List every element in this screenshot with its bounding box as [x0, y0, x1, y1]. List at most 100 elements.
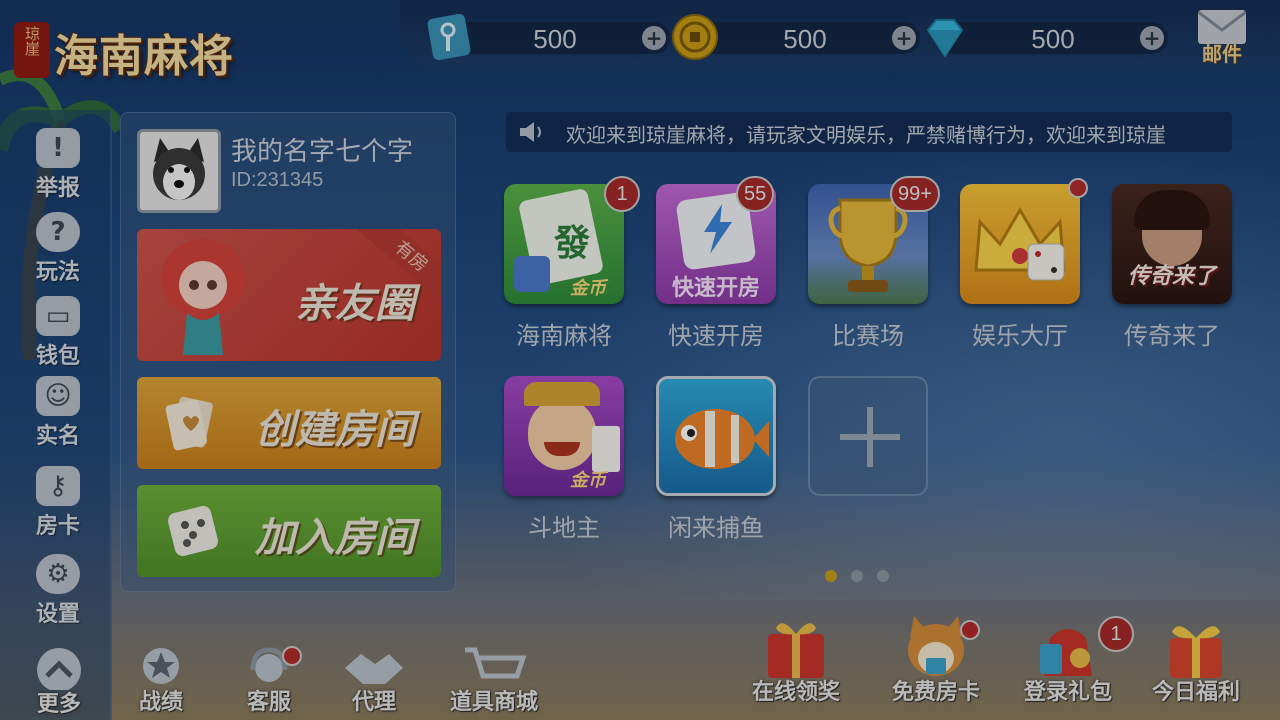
clownfish-tile-icon [656, 376, 776, 496]
friends-circle-button[interactable]: 亲友圈 有房 [137, 229, 441, 361]
daily-welfare-button[interactable]: 今日福利 [1144, 614, 1248, 706]
logo-title: 海南麻将 [54, 31, 234, 82]
crown-dice-tile-icon [960, 184, 1080, 304]
bottom-label: 更多 [36, 692, 81, 717]
room-panel: 我的名字七个字 ID:231345 亲友圈 有房 创建房间 加入房间 [120, 112, 456, 592]
diamond-value: 500 [1031, 24, 1075, 54]
page-dot-3[interactable] [877, 570, 889, 582]
shop-cart-icon [465, 647, 527, 679]
sidebar-item-label: 钱包 [35, 344, 80, 369]
doudizhu-landlord-tile-icon: 金币 [504, 376, 624, 496]
gold-coin-add-button[interactable]: + [892, 26, 916, 50]
add-game-button[interactable] [798, 376, 938, 546]
bottom-shop-button[interactable]: 道具商城 [442, 646, 546, 716]
join-room-button[interactable]: 加入房间 [137, 485, 441, 577]
game-fishing[interactable]: 闲来捕鱼 [646, 376, 786, 546]
free-room-card-button[interactable]: 免费房卡 [884, 614, 988, 706]
legend-warrior-tile-icon: 传奇来了 [1112, 184, 1232, 304]
game-entertainment-hall[interactable]: 娱乐大厅 [950, 178, 1090, 354]
bottom-label: 战绩 [138, 690, 183, 715]
game-tournament[interactable]: 99+ 比赛场 [798, 176, 940, 354]
bottom-agent-button[interactable]: 代理 [338, 646, 410, 716]
bottom-more-button[interactable]: 更多 [24, 646, 94, 718]
sidebar-item-label: 房卡 [35, 514, 80, 539]
room-card-key-icon [427, 13, 471, 61]
diamond-balance: 500 + [938, 22, 1168, 54]
agent-handshake-icon [345, 654, 403, 684]
record-star-icon [143, 648, 179, 684]
gold-coin-balance: 500 + [690, 22, 920, 54]
create-room-button[interactable]: 创建房间 [137, 377, 441, 469]
sidebar-item-report[interactable]: ! 举报 [22, 128, 94, 204]
friends-circle-label: 亲友圈 [295, 281, 415, 327]
game-badge: 1 [604, 176, 640, 212]
bottom-label: 登录礼包 [1023, 680, 1112, 705]
add-plus-icon [808, 376, 928, 496]
bottom-label: 今日福利 [1151, 680, 1240, 705]
diamond-icon [926, 19, 964, 58]
daily-welfare-gift-icon [1170, 626, 1222, 678]
online-reward-gift-icon [768, 623, 824, 678]
game-label: 娱乐大厅 [972, 322, 1068, 350]
bottom-label: 免费房卡 [891, 680, 980, 705]
rules-question-icon: ? [36, 212, 80, 252]
create-room-label: 创建房间 [255, 407, 415, 453]
page-dot-2[interactable] [851, 570, 863, 582]
sidebar-item-real-name[interactable]: ☺ 实名 [22, 376, 94, 452]
mail-button[interactable]: 邮件 [1192, 8, 1252, 68]
real-name-user-icon: ☺ [36, 376, 80, 416]
player-name: 我的名字七个字 [231, 137, 414, 167]
room-card-value: 500 [533, 24, 577, 54]
player-id: ID:231345 [231, 169, 324, 191]
game-label: 比赛场 [832, 322, 904, 350]
logo-seal: 琼崖 [14, 22, 50, 78]
join-room-label: 加入房间 [255, 515, 415, 561]
page-dot-1[interactable] [825, 570, 837, 582]
game-label: 闲来捕鱼 [668, 514, 764, 542]
wallet-icon: ▭ [36, 296, 80, 336]
login-gift-button[interactable]: 1 登录礼包 [1016, 614, 1134, 706]
game-doudizhu[interactable]: 金币 斗地主 [494, 376, 634, 546]
bottom-customer-service-button[interactable]: 客服 [234, 646, 304, 716]
diamond-add-button[interactable]: + [1140, 26, 1164, 50]
game-hainan-mahjong[interactable]: 發 金币 1 海南麻将 [494, 176, 640, 354]
more-up-arrow-icon [37, 648, 81, 692]
game-label: 斗地主 [528, 514, 600, 542]
game-badge: 55 [736, 176, 775, 212]
login-gift-bag-icon [1040, 629, 1092, 676]
login-gift-badge: 1 [1098, 616, 1134, 652]
avatar[interactable] [137, 129, 221, 213]
game-label: 快速开房 [668, 322, 764, 350]
notification-dot [282, 646, 302, 666]
sidebar-item-label: 设置 [35, 602, 80, 627]
room-card-add-button[interactable]: + [642, 26, 666, 50]
game-label: 海南麻将 [516, 322, 612, 350]
bottom-label: 代理 [351, 690, 396, 715]
game-quick-room[interactable]: 快速开房 55 快速开房 [646, 176, 786, 354]
dice-icon [168, 506, 218, 556]
game-logo: 琼崖 海南麻将 [10, 14, 260, 84]
sidebar-item-rules[interactable]: ? 玩法 [22, 212, 94, 288]
online-reward-button[interactable]: 在线领奖 [744, 614, 848, 706]
mail-label: 邮件 [1202, 42, 1242, 66]
bottom-record-button[interactable]: 战绩 [126, 646, 196, 716]
announcement-text: 欢迎来到琼崖麻将，请玩家文明娱乐，严禁赌博行为，欢迎来到琼崖 [566, 123, 1166, 147]
sidebar-item-settings[interactable]: ⚙ 设置 [22, 554, 94, 630]
game-legend-comes[interactable]: 传奇来了 传奇来了 [1102, 184, 1242, 354]
bottom-label: 在线领奖 [751, 680, 840, 705]
notification-dot [960, 620, 980, 640]
speaker-icon [520, 122, 541, 142]
sidebar-item-label: 举报 [35, 176, 80, 201]
settings-gear-icon: ⚙ [36, 554, 80, 594]
sidebar-item-wallet[interactable]: ▭ 钱包 [22, 296, 94, 372]
bottom-label: 道具商城 [449, 690, 538, 715]
room-card-balance: 500 + [440, 22, 670, 54]
game-badge: 99+ [890, 176, 940, 212]
sidebar-item-room-card[interactable]: ⚷ 房卡 [22, 466, 94, 542]
game-new-dot [1068, 178, 1088, 198]
mermaid-girl-illustration [161, 239, 245, 355]
announcement-bar: 欢迎来到琼崖麻将，请玩家文明娱乐，严禁赌博行为，欢迎来到琼崖 [506, 112, 1232, 152]
game-label: 传奇来了 [1124, 322, 1220, 350]
bottom-label: 客服 [246, 690, 291, 715]
sidebar-item-label: 玩法 [35, 260, 80, 285]
